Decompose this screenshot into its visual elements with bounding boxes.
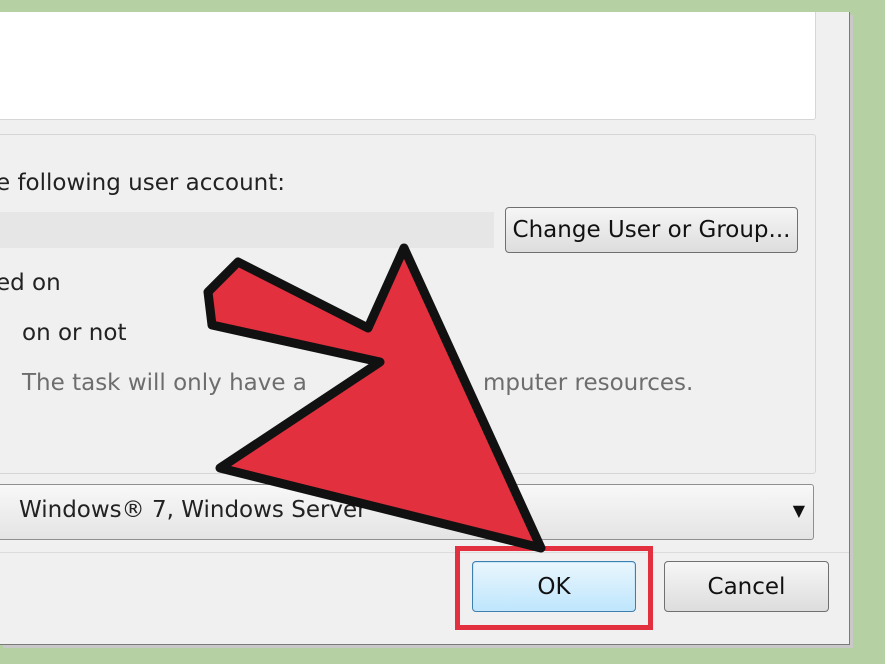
cancel-button[interactable]: Cancel	[664, 561, 829, 612]
chevron-down-icon: ▼	[792, 501, 805, 520]
description-panel[interactable]	[0, 12, 816, 120]
run-as-label: e following user account:	[0, 170, 286, 196]
task-properties-dialog: e following user account: Change User or…	[0, 12, 850, 645]
change-user-button[interactable]: Change User or Group...	[505, 207, 798, 253]
ok-button[interactable]: OK	[472, 561, 636, 612]
footer-divider	[0, 552, 849, 553]
radio-logged-on-label[interactable]: ed on	[0, 270, 61, 296]
radio-logged-on-or-not-label[interactable]: on or not	[22, 320, 126, 346]
configure-for-dropdown[interactable]: Windows® 7, Windows Server ▼	[0, 484, 814, 540]
hint-text: The task will only have a	[22, 370, 307, 396]
configure-for-value: Windows® 7, Windows Server	[19, 497, 367, 523]
hint-text-tail: mputer resources.	[483, 370, 694, 396]
user-account-field	[0, 212, 494, 248]
